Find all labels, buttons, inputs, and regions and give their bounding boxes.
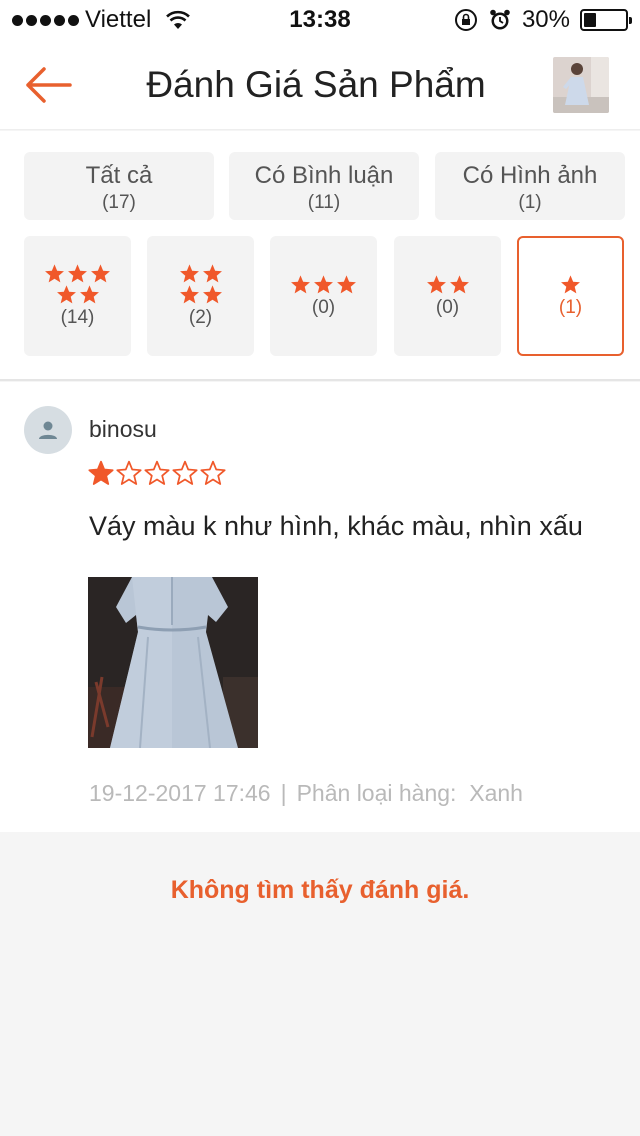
star-icon (56, 285, 76, 304)
filter-with-image-label: Có Hình ảnh (462, 162, 598, 189)
orientation-lock-icon (454, 9, 477, 31)
filter-5-stars[interactable]: (14) (24, 236, 131, 356)
star-icon (561, 274, 580, 293)
star-outline-icon (116, 460, 142, 485)
star-icon (202, 264, 222, 283)
review-meta: 19-12-2017 17:46 | Phân loại hàng: Xanh (89, 780, 523, 807)
meta-separator: | (280, 780, 287, 806)
battery-percent: 30% (521, 6, 570, 33)
review-filters: Tất cả (17) Có Bình luận (11) Có Hình ản… (0, 131, 640, 381)
status-left: Viettel (12, 6, 212, 34)
star-filled-icon (88, 460, 114, 485)
star-icon (291, 274, 310, 293)
page-title: Đánh Giá Sản Phẩm (146, 63, 486, 105)
user-icon (39, 421, 57, 439)
status-right: 30% (454, 6, 632, 34)
filter-with-comment[interactable]: Có Bình luận (11) (229, 152, 419, 220)
star-icon (179, 264, 199, 283)
filter-with-comment-count: (11) (307, 192, 341, 213)
star-icon (314, 274, 333, 293)
star-icon (91, 264, 110, 283)
alarm-icon (490, 9, 510, 30)
empty-state-message: Không tìm thấy đánh giá. (170, 876, 470, 904)
arrow-left-icon (26, 66, 72, 103)
star-icon (449, 274, 469, 293)
filter-4-stars-count: (2) (188, 307, 213, 328)
nav-header: Đánh Giá Sản Phẩm (0, 40, 640, 130)
star-outline-icon (172, 460, 198, 485)
review-rating (88, 460, 226, 486)
star-outline-icon (200, 460, 226, 485)
star-row (560, 274, 581, 295)
star-row (426, 274, 470, 295)
filter-with-comment-label: Có Bình luận (254, 162, 394, 189)
filter-1-star-count: (1) (558, 296, 583, 318)
review-date: 19-12-2017 17:46 (89, 780, 271, 806)
variant-label: Phân loại hàng: (296, 780, 457, 806)
signal-strength-icon (12, 14, 79, 26)
filter-all-count: (17) (102, 192, 136, 213)
star-icon (45, 264, 64, 283)
filter-4-stars[interactable]: (2) (147, 236, 254, 356)
filter-with-image[interactable]: Có Hình ảnh (1) (435, 152, 625, 220)
star-outline-icon (144, 460, 170, 485)
wifi-icon (166, 10, 191, 29)
filter-all-label: Tất cả (85, 162, 153, 189)
filter-3-stars[interactable]: (0) (270, 236, 377, 356)
carrier-name: Viettel (85, 6, 152, 33)
filter-with-image-count: (1) (518, 192, 542, 213)
star-row (44, 263, 111, 284)
avatar[interactable] (24, 406, 72, 454)
filter-all[interactable]: Tất cả (17) (24, 152, 214, 220)
review-comment: Váy màu k như hình, khác màu, nhìn xấu (89, 511, 583, 541)
filter-1-star[interactable]: (1) (517, 236, 624, 356)
star-row (56, 284, 100, 305)
star-icon (79, 285, 99, 304)
battery-icon (580, 9, 632, 31)
filter-3-stars-count: (0) (311, 296, 336, 318)
star-row (179, 284, 223, 305)
star-row (290, 274, 357, 295)
back-button[interactable] (0, 40, 96, 130)
filter-2-stars[interactable]: (0) (394, 236, 501, 356)
variant-value: Xanh (469, 780, 523, 806)
product-thumbnail[interactable] (553, 56, 609, 113)
review-photo[interactable] (88, 577, 258, 748)
star-icon (179, 285, 199, 304)
filter-2-stars-count: (0) (435, 296, 460, 318)
star-icon (337, 274, 356, 293)
star-row (179, 263, 223, 284)
battery-level (584, 13, 596, 27)
star-icon (202, 285, 222, 304)
review-item: binosu Váy màu k như hình, khác màu, nhì… (0, 382, 640, 832)
status-bar: Viettel 13:38 30% (0, 0, 640, 40)
reviewer-name: binosu (89, 416, 157, 442)
filter-5-stars-count: (14) (60, 307, 95, 328)
star-icon (426, 274, 446, 293)
star-icon (68, 264, 87, 283)
